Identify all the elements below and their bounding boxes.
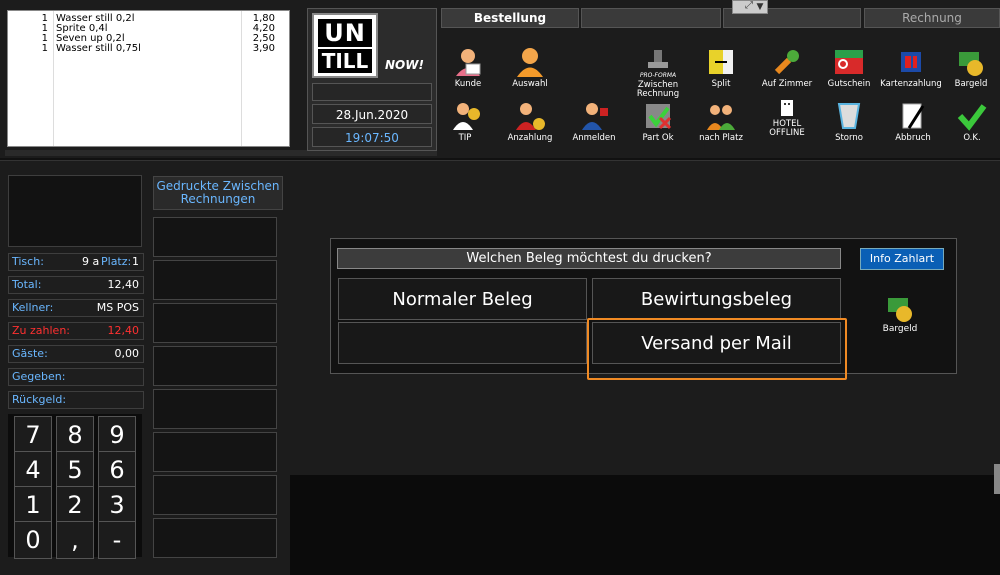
date-display: 28.Jun.2020 (312, 104, 432, 124)
stamp-icon (642, 46, 674, 78)
printed-bill-slot[interactable] (153, 217, 277, 257)
hotel-offline-button[interactable]: HOTEL OFFLINE (756, 98, 818, 150)
key-1[interactable]: 1 (14, 486, 52, 524)
item-qty: 1 (41, 43, 48, 54)
key-0[interactable]: 0 (14, 521, 52, 559)
platz-value: 1 (132, 255, 139, 268)
auswahl-button[interactable]: Auswahl (499, 46, 561, 98)
background-area (290, 475, 1000, 575)
anzahlung-button[interactable]: Anzahlung (499, 100, 561, 152)
chevron-down-icon[interactable]: ▼ (752, 0, 768, 14)
abbruch-button[interactable]: Abbruch (882, 100, 944, 152)
kellner-row: Kellner: MS POS (8, 299, 144, 317)
zu-zahlen-value: 12,40 (107, 324, 140, 337)
tisch-value: 9 a (82, 255, 100, 268)
cancel-note-icon (897, 100, 929, 132)
gaeste-value: 0,00 (114, 347, 140, 360)
gaeste-row: Gäste: 0,00 (8, 345, 144, 363)
printed-bill-slot[interactable] (153, 518, 277, 558)
list-item[interactable]: 1 Wasser still 0,75l 3,90 (8, 43, 289, 54)
printed-bill-slot[interactable] (153, 346, 277, 386)
zwischen-rechnung-button[interactable]: PRO-FORMA Zwischen Rechnung (627, 46, 689, 99)
ok-button[interactable]: O.K. (944, 100, 1000, 152)
printed-bill-slot[interactable] (153, 475, 277, 515)
key-comma[interactable]: , (56, 521, 94, 559)
customer-icon (452, 46, 484, 78)
kellner-value: MS POS (96, 301, 139, 314)
untill-logo: UN TILL (312, 13, 378, 78)
ec-card-icon (895, 46, 927, 78)
key-4[interactable]: 4 (14, 451, 52, 489)
time-display: 19:07:50 (312, 127, 432, 147)
logo-text-un: UN (318, 19, 372, 47)
printed-bill-slot[interactable] (153, 260, 277, 300)
logo-text-till: TILL (318, 49, 372, 73)
split-button[interactable]: Split (690, 46, 752, 98)
bewirtungsbeleg-button[interactable]: Bewirtungsbeleg (592, 278, 841, 320)
key-8[interactable]: 8 (56, 416, 94, 454)
printed-bills-header: Gedruckte Zwischen Rechnungen (153, 176, 283, 210)
info-zahlart-button[interactable]: Info Zahlart (860, 248, 944, 270)
key-3[interactable]: 3 (98, 486, 136, 524)
waiter-tip-icon (449, 100, 481, 132)
dialog-question: Welchen Beleg möchtest du drucken? (337, 248, 841, 269)
cash-icon (884, 292, 916, 324)
deposit-icon (514, 100, 546, 132)
customer-display (8, 175, 142, 247)
bargeld-toolbar-button[interactable]: Bargeld (942, 46, 1000, 98)
printed-bill-slot[interactable] (153, 432, 277, 472)
part-ok-button[interactable]: Part Ok (627, 100, 689, 152)
login-user-icon (578, 100, 610, 132)
blank-display (312, 83, 432, 101)
voucher-icon (833, 46, 865, 78)
kartenzahlung-button[interactable]: Kartenzahlung (880, 46, 942, 98)
user-select-icon (514, 46, 546, 78)
kunde-button[interactable]: Kunde (437, 46, 499, 98)
hotel-offline-icon (771, 98, 803, 118)
normaler-beleg-button[interactable]: Normaler Beleg (338, 278, 587, 320)
check-icon (956, 100, 988, 132)
tab-bestellung[interactable]: Bestellung (441, 8, 579, 28)
part-ok-icon (642, 100, 674, 132)
cup-storno-icon (833, 100, 865, 132)
anmelden-button[interactable]: Anmelden (563, 100, 625, 152)
split-icon (705, 46, 737, 78)
item-price: 3,90 (252, 43, 275, 54)
empty-option-button[interactable] (338, 322, 587, 364)
gegeben-row: Gegeben: (8, 368, 144, 386)
room-key-icon (771, 46, 803, 78)
tab-empty-1[interactable] (581, 8, 721, 28)
key-9[interactable]: 9 (98, 416, 136, 454)
order-list[interactable]: 1 Wasser still 0,2l 1,80 1 Sprite 0,4l 4… (7, 10, 290, 147)
printed-bill-slot[interactable] (153, 303, 277, 343)
group-seat-icon (705, 100, 737, 132)
auf-zimmer-button[interactable]: Auf Zimmer (756, 46, 818, 98)
cash-icon (955, 46, 987, 78)
key-6[interactable]: 6 (98, 451, 136, 489)
rueckgeld-row: Rückgeld: (8, 391, 144, 409)
key-7[interactable]: 7 (14, 416, 52, 454)
tip-button[interactable]: TIP (434, 100, 496, 152)
gutschein-button[interactable]: Gutschein (818, 46, 880, 98)
storno-button[interactable]: Storno (818, 100, 880, 152)
total-value: 12,40 (107, 278, 140, 291)
zu-zahlen-row: Zu zahlen: 12,40 (8, 322, 144, 340)
scrollbar[interactable] (994, 464, 1000, 494)
printed-bill-slot[interactable] (153, 389, 277, 429)
key-2[interactable]: 2 (56, 486, 94, 524)
nach-platz-button[interactable]: nach Platz (690, 100, 752, 152)
tisch-row: Tisch: 9 a Platz: 1 (8, 253, 144, 271)
tab-rechnung[interactable]: Rechnung (864, 8, 1000, 28)
item-name: Wasser still 0,75l (56, 43, 141, 54)
total-row: Total: 12,40 (8, 276, 144, 294)
divider (0, 160, 1000, 161)
bargeld-payment-option[interactable]: Bargeld (878, 292, 922, 334)
logo-now: NOW! (385, 58, 424, 72)
key-5[interactable]: 5 (56, 451, 94, 489)
selection-highlight (587, 318, 847, 380)
key-minus[interactable]: - (98, 521, 136, 559)
